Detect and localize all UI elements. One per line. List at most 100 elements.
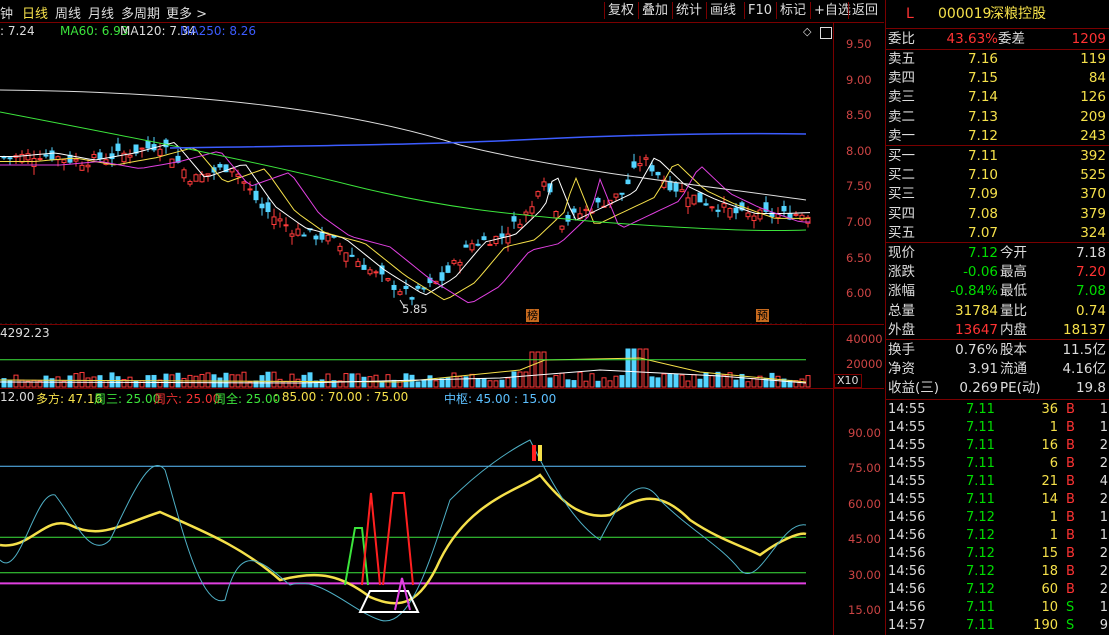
volume-bar — [709, 375, 715, 388]
stat-row-4: 外盘 13647 内盘 18137 — [888, 321, 1106, 338]
volume-bar — [505, 377, 511, 388]
candle-body — [43, 154, 49, 157]
bid-row-2[interactable]: 买三 7.09 370 — [886, 185, 1109, 203]
candle-body — [613, 193, 619, 198]
stat-row-3: 总量 31784 量比 0.74 — [888, 302, 1106, 319]
bid-row-3[interactable]: 买四 7.08 379 — [886, 205, 1109, 223]
bid-row-4[interactable]: 买五 7.07 324 — [886, 224, 1109, 242]
volume-bar — [577, 371, 583, 388]
candle-body — [385, 278, 391, 281]
candle-body — [343, 252, 349, 262]
volume-bar — [613, 375, 619, 388]
ask-row-1[interactable]: 卖四 7.15 84 — [886, 69, 1109, 87]
candle-body — [685, 197, 691, 208]
candle-body — [85, 164, 91, 168]
volume-bar — [13, 374, 19, 388]
tick-row-5[interactable]: 14:55 7.11 14 B 2 — [886, 491, 1109, 509]
volume-bar — [595, 380, 601, 388]
candle-body — [793, 213, 799, 216]
bid-row-0[interactable]: 买一 7.11 392 — [886, 147, 1109, 165]
candle-body — [745, 212, 751, 218]
candle-body — [439, 272, 445, 281]
indicator-axis-label: 45.00 — [848, 532, 881, 547]
candle-body — [691, 194, 697, 205]
tick-row-2[interactable]: 14:55 7.11 16 B 2 — [886, 437, 1109, 455]
volume-bar — [673, 373, 679, 388]
bid-row-1[interactable]: 买二 7.10 525 — [886, 166, 1109, 184]
tick-row-3[interactable]: 14:55 7.11 6 B 2 — [886, 455, 1109, 473]
candle-body — [241, 181, 247, 184]
volume-bar — [565, 379, 571, 388]
volume-bar — [325, 373, 331, 388]
volume-bar — [19, 379, 25, 388]
event-marker-rank[interactable]: 榜 — [526, 309, 539, 322]
volume-bar — [439, 378, 445, 388]
ask-row-2[interactable]: 卖三 7.14 126 — [886, 88, 1109, 106]
ma10-line — [0, 147, 811, 301]
candle-body — [451, 260, 457, 264]
candle-body — [571, 208, 577, 213]
tick-row-7[interactable]: 14:56 7.12 1 B 1 — [886, 527, 1109, 545]
volume-indicator-divider — [0, 388, 884, 389]
indicator-legend-item-3: 周六: 25.00 — [154, 392, 221, 406]
candle-body — [445, 265, 451, 273]
indicator-legend-item-5: : 85.00 : 70.00 : 75.00 — [274, 390, 409, 404]
candle-body — [697, 192, 703, 203]
candle-body — [631, 161, 637, 168]
indicator-legend-item-6: 中枢: 45.00 : 15.00 — [444, 392, 557, 406]
volume-bar — [559, 372, 565, 388]
tick-row-6[interactable]: 14:56 7.12 1 B 1 — [886, 509, 1109, 527]
ask-row-0[interactable]: 卖五 7.16 119 — [886, 50, 1109, 68]
indicator-legend-item-2: 周三: 25.00 — [94, 392, 161, 406]
event-marker-forecast[interactable]: 预 — [756, 309, 769, 322]
volume-bar — [667, 373, 673, 388]
volume-bar — [67, 375, 73, 388]
candle-body — [91, 153, 97, 159]
tick-row-9[interactable]: 14:56 7.12 18 B 2 — [886, 563, 1109, 581]
stat-row-1: 涨跌 -0.06 最高 7.20 — [888, 264, 1106, 281]
ma250-line — [169, 132, 807, 149]
volume-scale-button[interactable]: X10 — [834, 374, 862, 388]
tick-row-10[interactable]: 14:56 7.12 60 B 2 — [886, 581, 1109, 599]
volume-bar — [475, 377, 481, 388]
volume-bar — [517, 371, 523, 388]
candle-body — [157, 148, 163, 156]
volume-bar — [319, 379, 325, 388]
volume-bar — [31, 379, 37, 388]
candle-body — [553, 211, 559, 219]
tick-row-1[interactable]: 14:55 7.11 1 B 1 — [886, 419, 1109, 437]
candle-body — [397, 291, 403, 295]
volume-bar — [523, 371, 529, 388]
tick-row-8[interactable]: 14:56 7.12 15 B 2 — [886, 545, 1109, 563]
candle-body — [181, 169, 187, 179]
candle-body — [301, 234, 307, 237]
candle-body — [655, 171, 661, 176]
candle-body — [259, 203, 265, 209]
candle-body — [409, 297, 415, 300]
candle-body — [295, 228, 301, 236]
kline-chart[interactable] — [0, 0, 884, 635]
volume-bar — [427, 375, 433, 388]
tick-row-12[interactable]: 14:57 7.11 190 S 9 — [886, 617, 1109, 635]
volume-bar — [97, 375, 103, 388]
volume-bar — [697, 378, 703, 388]
tick-row-4[interactable]: 14:55 7.11 21 B 4 — [886, 473, 1109, 491]
price-panel — [0, 89, 811, 309]
candle-body — [97, 152, 103, 160]
volume-bar — [619, 375, 625, 388]
tick-row-0[interactable]: 14:55 7.11 36 B 1 — [886, 401, 1109, 419]
candle-body — [733, 207, 739, 214]
signal-bar-yellow — [538, 445, 542, 461]
tick-row-11[interactable]: 14:56 7.11 10 S 1 — [886, 599, 1109, 617]
indicator-axis-label: 15.00 — [848, 603, 881, 617]
volume-bar — [631, 348, 637, 388]
candle-body — [529, 206, 535, 214]
volume-bar — [457, 375, 463, 388]
candle-body — [163, 139, 169, 148]
ask-row-3[interactable]: 卖二 7.13 209 — [886, 108, 1109, 126]
candle-body — [415, 285, 421, 289]
price-axis-label: 9.50 — [846, 37, 872, 51]
volume-bar — [355, 373, 361, 388]
volume-bar — [679, 374, 685, 388]
ask-row-4[interactable]: 卖一 7.12 243 — [886, 127, 1109, 145]
